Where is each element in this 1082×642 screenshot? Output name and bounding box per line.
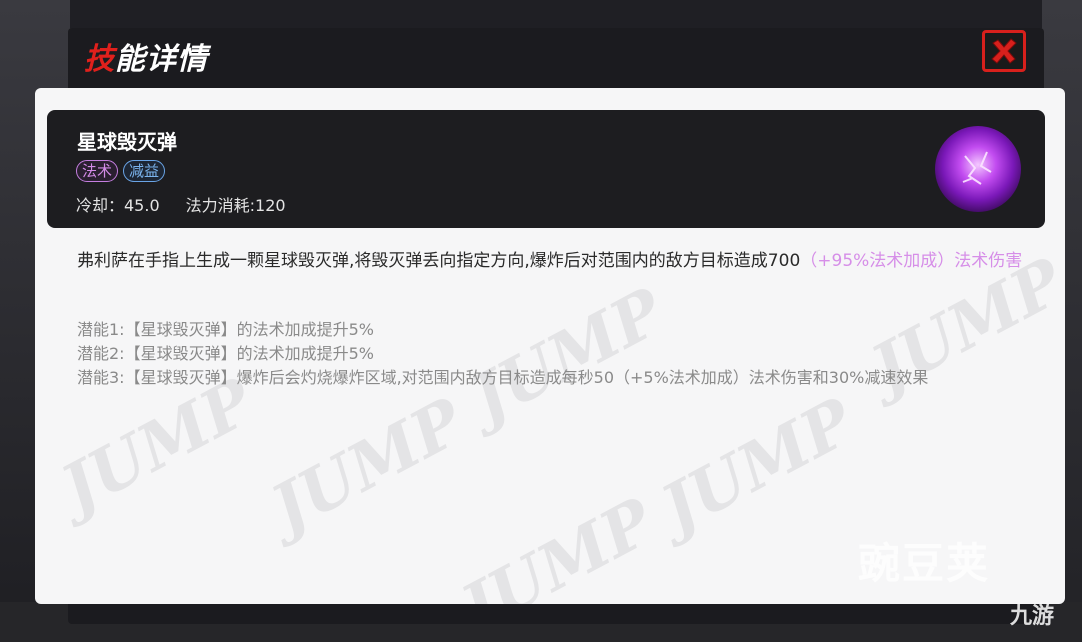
skill-name: 星球毁灭弹	[77, 130, 177, 154]
jump-watermark: JUMP	[449, 484, 666, 604]
site-logo-watermark: 豌豆荚	[858, 539, 991, 588]
tag-debuff: 减益	[123, 160, 166, 182]
purple-orb-icon	[935, 126, 1021, 212]
skill-header: 星球毁灭弹 法术 减益 冷却：45.0 法力消耗:120	[47, 110, 1045, 228]
tag-magic: 法术	[76, 160, 119, 182]
site-logo2-watermark: 九游	[1010, 604, 1055, 629]
close-icon	[991, 38, 1017, 64]
description-main: 弗利萨在手指上生成一颗星球毁灭弹,将毁灭弹丢向指定方向,爆炸后对范围内的敌方目标…	[77, 251, 801, 271]
dialog-title-first-char: 技	[84, 42, 115, 77]
dialog-title: 技能详情	[84, 40, 208, 80]
jump-watermark: JUMP	[259, 384, 476, 547]
mana-cost-value: 法力消耗:120	[185, 196, 286, 215]
skill-detail-panel: JUMP JUMP JUMP JUMP JUMP JUMP 星球毁灭弹 法术 减…	[35, 88, 1065, 604]
background-top	[0, 0, 1082, 28]
potential-list: 潜能1:【星球毁灭弹】的法术加成提升5% 潜能2:【星球毁灭弹】的法术加成提升5…	[77, 318, 1025, 390]
potential-item: 潜能1:【星球毁灭弹】的法术加成提升5%	[77, 320, 374, 339]
potential-item: 潜能3:【星球毁灭弹】爆炸后会灼烧爆炸区域,对范围内敌方目标造成每秒50（+5%…	[77, 368, 929, 387]
skill-description: 弗利萨在手指上生成一颗星球毁灭弹,将毁灭弹丢向指定方向,爆炸后对范围内的敌方目标…	[77, 250, 1037, 273]
skill-tags: 法术 减益	[76, 160, 166, 182]
description-bonus: （+95%法术加成）法术伤害	[800, 251, 1023, 271]
skill-stats: 冷却：45.0 法力消耗:120	[76, 192, 286, 216]
cooldown-value: 冷却：45.0	[76, 196, 160, 215]
close-button[interactable]	[982, 30, 1026, 72]
potential-item: 潜能2:【星球毁灭弹】的法术加成提升5%	[77, 344, 374, 363]
jump-watermark: JUMP	[649, 384, 866, 547]
dialog-title-rest: 能详情	[115, 42, 208, 77]
